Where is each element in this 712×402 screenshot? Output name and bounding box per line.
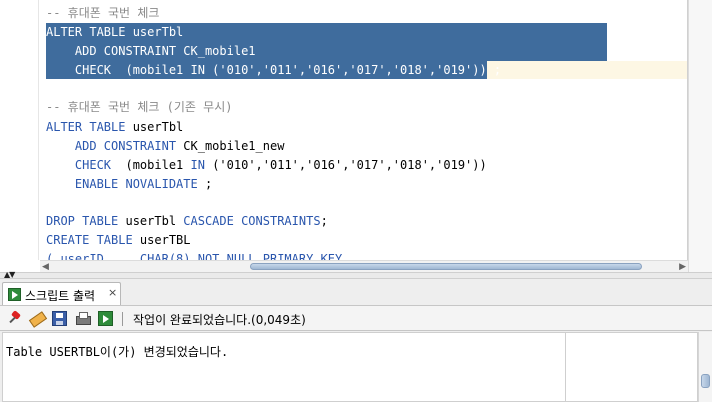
status-message: 작업이 완료되었습니다.(0,049초): [133, 313, 306, 327]
code-line: ENABLE NOVALIDATE ;: [46, 175, 212, 194]
sql-identifier: CK_mobile1_new: [176, 139, 285, 153]
pin-icon[interactable]: [7, 311, 22, 326]
sql-keyword: CHECK: [46, 158, 112, 172]
horizontal-scroll-thumb[interactable]: [250, 263, 642, 270]
output-side-area: [566, 332, 698, 402]
code-line-selected: ADD CONSTRAINT CK_mobile1: [46, 44, 256, 58]
scroll-right-icon[interactable]: ▶: [679, 262, 686, 272]
horizontal-scrollbar[interactable]: ◀ ▶: [40, 260, 688, 272]
close-icon[interactable]: ×: [108, 286, 117, 299]
sql-editor[interactable]: -- 휴대폰 국번 체크 ALTER TABLE userTbl ADD CON…: [0, 0, 712, 272]
panel-splitter[interactable]: ▲▼: [0, 270, 712, 279]
code-line: CREATE TABLE userTBL: [46, 231, 191, 250]
print-icon[interactable]: [75, 311, 91, 326]
scroll-left-icon[interactable]: ◀: [42, 262, 49, 272]
tab-label: 스크립트 출력: [25, 289, 96, 303]
sql-text: (mobile1: [111, 158, 191, 172]
code-line: CHECK (mobile1 IN ('010','011','016','01…: [46, 156, 487, 175]
sql-identifier: userTbl: [118, 214, 184, 228]
export-icon[interactable]: [98, 311, 113, 326]
editor-gutter: [0, 0, 40, 260]
sql-keyword: DROP TABLE: [46, 214, 119, 228]
script-output-icon: [8, 288, 21, 301]
sql-identifier: userTBL: [132, 233, 191, 247]
sql-keyword: ENABLE NOVALIDATE: [46, 177, 198, 191]
output-message: Table USERTBL이(가) 변경되었습니다.: [6, 345, 229, 359]
save-icon[interactable]: [52, 311, 67, 326]
code-line-comment: -- 휴대폰 국번 체크 (기존 무시): [46, 100, 233, 114]
output-vertical-scrollbar[interactable]: [698, 332, 712, 402]
output-toolbar: 작업이 완료되었습니다.(0,049초): [0, 305, 712, 331]
code-line-partial: ( userID CHAR(8) NOT NULL PRIMARY KEY,: [46, 252, 350, 260]
code-line: ALTER TABLE userTbl: [46, 118, 183, 137]
current-line-highlight: [487, 61, 687, 79]
sql-text: ('010','011','016','017','018','019')): [204, 158, 487, 172]
code-line: DROP TABLE userTbl CASCADE CONSTRAINTS;: [46, 212, 328, 231]
eraser-icon[interactable]: [29, 311, 44, 326]
tab-script-output[interactable]: 스크립트 출력 ×: [2, 282, 121, 305]
code-area[interactable]: -- 휴대폰 국번 체크 ALTER TABLE userTbl ADD CON…: [40, 0, 688, 260]
output-text-area[interactable]: Table USERTBL이(가) 변경되었습니다.: [2, 332, 566, 402]
sql-keyword: CASCADE CONSTRAINTS: [183, 214, 321, 228]
collapse-expand-icon[interactable]: ▲▼: [4, 270, 15, 279]
sql-text: ;: [320, 214, 328, 228]
sql-keyword: ADD CONSTRAINT: [46, 139, 177, 153]
sql-text: ;: [197, 177, 213, 191]
output-scroll-thumb[interactable]: [701, 374, 710, 388]
code-line-comment: -- 휴대폰 국번 체크: [46, 6, 160, 20]
script-output-panel: 스크립트 출력 × 작업이 완료되었습니다.(0,049초) Table USE…: [0, 279, 712, 402]
code-line: ADD CONSTRAINT CK_mobile1_new: [46, 137, 285, 156]
gutter-divider: [38, 0, 39, 260]
sql-keyword: ALTER TABLE: [46, 120, 126, 134]
toolbar-divider: [122, 312, 123, 326]
sql-keyword: IN: [190, 158, 205, 172]
sql-keyword: CREATE TABLE: [46, 233, 133, 247]
sql-identifier: userTbl: [125, 120, 184, 134]
vertical-scrollbar[interactable]: [688, 0, 712, 272]
code-line-selected: ALTER TABLE userTbl: [46, 25, 184, 39]
code-line-selected: CHECK (mobile1 IN ('010','011','016','01…: [46, 63, 502, 77]
